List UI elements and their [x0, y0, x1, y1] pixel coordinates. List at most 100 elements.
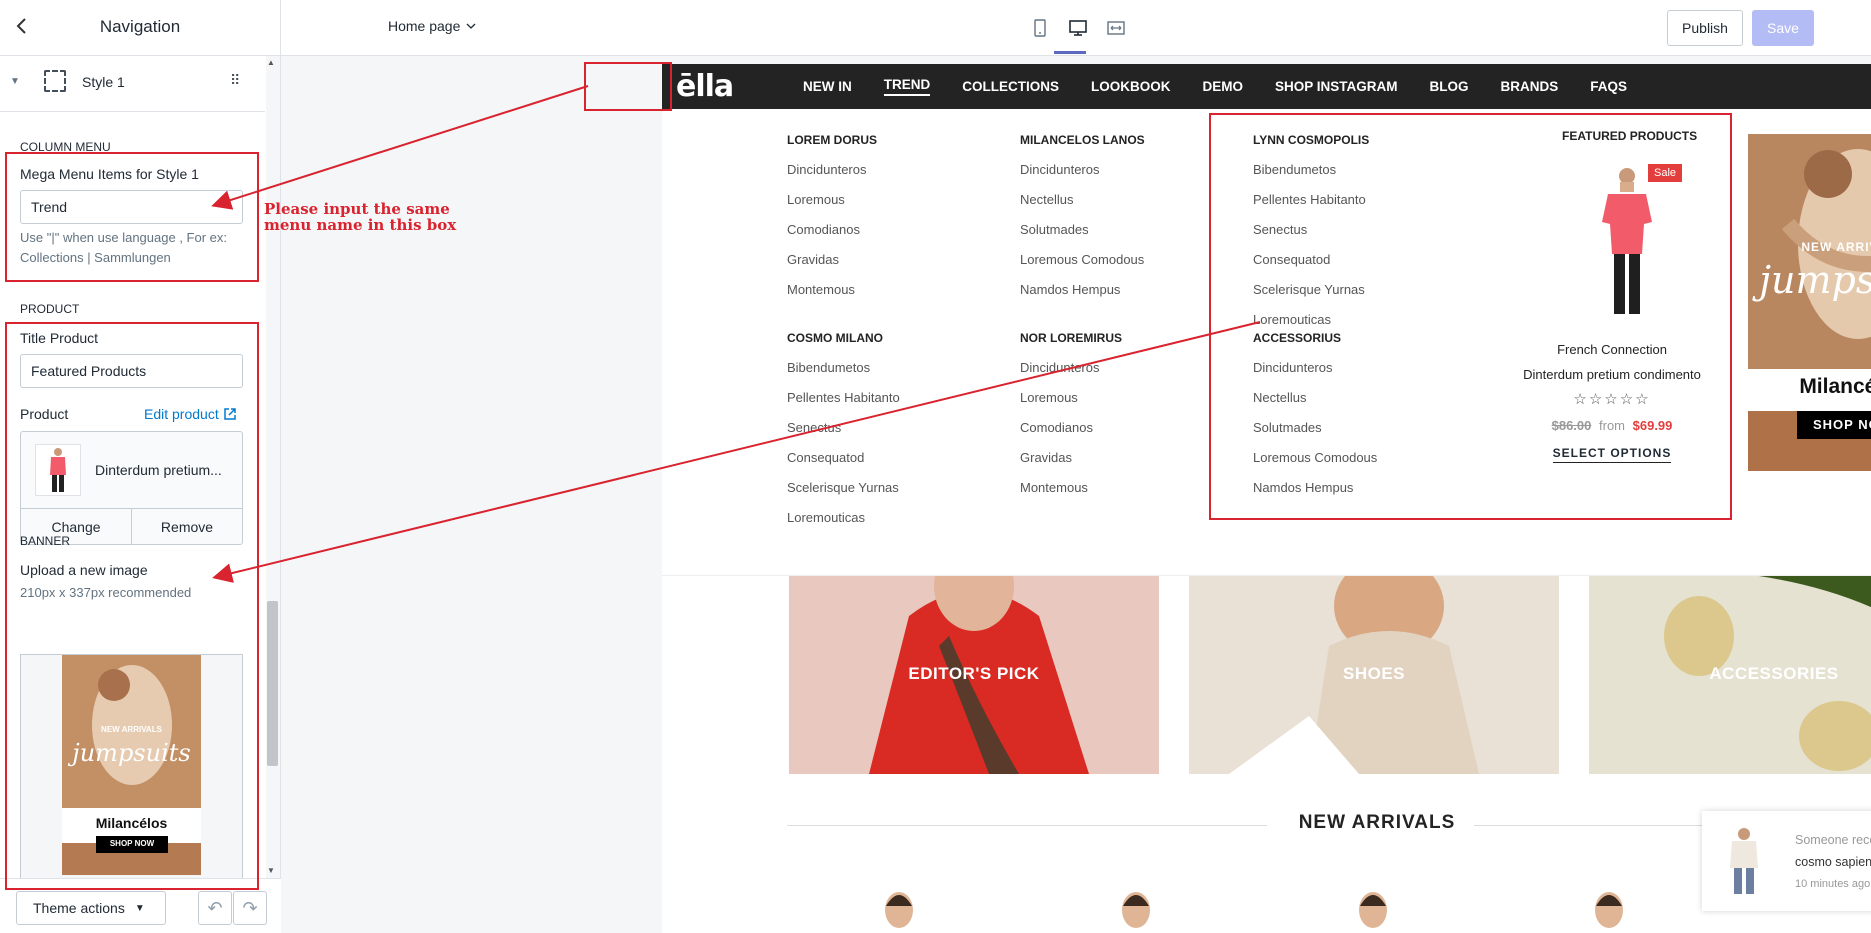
undo-icon[interactable]: ↶ — [198, 891, 232, 925]
mega-column-heading[interactable]: NOR LOREMIRUS — [1020, 327, 1122, 357]
active-device-indicator — [1054, 51, 1086, 54]
mega-menu-link[interactable]: Comodianos — [787, 219, 877, 249]
menu-item-trend[interactable]: TREND — [868, 64, 947, 109]
mega-menu-link[interactable]: Loremous Comodous — [1020, 249, 1145, 279]
mega-column-heading[interactable]: COSMO MILANO — [787, 327, 900, 357]
mega-menu-link[interactable]: Bibendumetos — [787, 357, 900, 387]
popup-message: Someone recently bought a Dempus lortis … — [1795, 829, 1871, 873]
mega-menu-link[interactable]: Dincidunteros — [1020, 159, 1145, 189]
recent-purchase-popup[interactable]: Someone recently bought a Dempus lortis … — [1702, 811, 1871, 911]
banner-line2: jumpsuits — [1759, 258, 1871, 302]
mega-menu-link[interactable]: Dincidunteros — [1020, 357, 1122, 387]
menu-item-lookbook[interactable]: LOOKBOOK — [1075, 64, 1187, 109]
mega-menu-link[interactable]: Gravidas — [787, 249, 877, 279]
banner-cta[interactable]: SHOP NOW — [1797, 417, 1871, 432]
annotation-line-1: Please input the same — [264, 200, 450, 218]
mega-menu-link[interactable]: Pellentes Habitanto — [787, 387, 900, 417]
theme-actions-label: Theme actions — [33, 900, 125, 916]
mega-menu-link[interactable]: Senectus — [787, 417, 900, 447]
mega-menu-link[interactable]: Namdos Hempus — [1020, 279, 1145, 309]
caret-down-icon: ▼ — [134, 902, 145, 914]
banner-brand: Milancélos — [1799, 375, 1871, 398]
menu-item-shop-instagram[interactable]: SHOP INSTAGRAM — [1259, 64, 1414, 109]
back-chevron-icon[interactable] — [10, 14, 34, 42]
menu-item-label: COLLECTIONS — [962, 79, 1059, 94]
product-image[interactable] — [874, 886, 924, 933]
mega-menu-link[interactable]: Montemous — [1020, 477, 1122, 507]
mega-column: MILANCELOS LANOS Dincidunteros Nectellus So… — [1020, 129, 1145, 309]
category-card[interactable]: EDITOR'S PICK — [789, 576, 1159, 774]
page-select[interactable]: Home page — [388, 18, 476, 34]
product-heading: PRODUCT — [20, 302, 80, 316]
main-menu: NEW IN TREND COLLECTIONS LOOKBOOK DEMO SHOP I… — [787, 64, 1643, 109]
annotation-box-mega-menu — [5, 152, 259, 282]
mega-menu-link[interactable]: Montemous — [787, 279, 877, 309]
menu-item-brands[interactable]: BRANDS — [1485, 64, 1575, 109]
desktop-view-icon[interactable] — [1066, 16, 1090, 40]
mega-menu-banner[interactable]: NEW ARRIVALS jumpsuits Milancélos SHOP N… — [1748, 134, 1871, 471]
category-card[interactable]: ACCESSORIES — [1589, 576, 1871, 774]
redo-icon[interactable]: ↷ — [233, 891, 267, 925]
theme-actions-button[interactable]: Theme actions ▼ — [16, 891, 166, 925]
mega-menu-link[interactable]: Scelerisque Yurnas — [787, 477, 900, 507]
mega-menu-link[interactable]: Gravidas — [1020, 447, 1122, 477]
category-label: EDITOR'S PICK — [908, 664, 1040, 683]
menu-item-label: SHOP INSTAGRAM — [1275, 79, 1398, 94]
mega-column-heading[interactable]: LOREM DORUS — [787, 129, 877, 159]
mega-menu-link[interactable]: Loremouticas — [787, 507, 900, 537]
annotation-box-featured — [1209, 113, 1732, 520]
mega-menu-link[interactable]: Nectellus — [1020, 189, 1145, 219]
menu-item-label: DEMO — [1202, 79, 1244, 94]
mega-menu-link[interactable]: Loremous — [787, 189, 877, 219]
mega-menu-link[interactable]: Comodianos — [1020, 417, 1122, 447]
menu-item-collections[interactable]: COLLECTIONS — [946, 64, 1075, 109]
menu-item-demo[interactable]: DEMO — [1187, 64, 1260, 109]
divider — [787, 825, 1267, 826]
store-logo[interactable]: ēlla — [676, 69, 734, 104]
block-icon — [44, 70, 66, 92]
category-label: ACCESSORIES — [1709, 664, 1839, 683]
menu-item-label: FAQS — [1590, 79, 1628, 94]
mega-column: NOR LOREMIRUS Dincidunteros Loremous Comodi… — [1020, 327, 1122, 507]
popup-meta: 10 minutes ago, in Blumenau, Brazil — [1795, 878, 1871, 890]
menu-item-blog[interactable]: BLOG — [1414, 64, 1485, 109]
annotation-box-product-banner — [5, 322, 259, 890]
style-block-label: Style 1 — [82, 74, 125, 90]
mega-menu-link[interactable]: Loremous — [1020, 387, 1122, 417]
sidebar-scrollbar-thumb[interactable] — [267, 601, 278, 766]
annotation-text: Please input the same menu name in this … — [264, 201, 456, 233]
device-toggle — [1028, 16, 1128, 40]
category-label: SHOES — [1342, 664, 1406, 683]
product-image[interactable] — [1348, 886, 1398, 933]
product-image[interactable] — [1111, 886, 1161, 933]
full-width-view-icon[interactable] — [1104, 16, 1128, 40]
popup-product-image — [1722, 826, 1766, 898]
mega-column-heading[interactable]: MILANCELOS LANOS — [1020, 129, 1145, 159]
collapse-caret-icon[interactable]: ▼ — [10, 76, 20, 87]
scroll-down-icon[interactable]: ▼ — [267, 866, 275, 875]
publish-button[interactable]: Publish — [1667, 10, 1743, 46]
style-block-row[interactable]: ▼ Style 1 ⠿ — [0, 56, 265, 112]
mobile-view-icon[interactable] — [1028, 16, 1052, 40]
drag-handle-icon[interactable]: ⠿ — [230, 72, 240, 89]
banner-line1: NEW ARRIVALS — [1801, 240, 1871, 254]
product-image[interactable] — [1584, 886, 1634, 933]
menu-item-label: BLOG — [1429, 79, 1469, 94]
save-button[interactable]: Save — [1752, 10, 1814, 46]
menu-item-label: BRANDS — [1500, 79, 1559, 94]
menu-item-label: NEW IN — [803, 79, 852, 94]
menu-item-faqs[interactable]: FAQS — [1574, 64, 1643, 109]
new-arrivals-heading: NEW ARRIVALS — [1298, 812, 1456, 833]
annotation-line-2: menu name in this box — [264, 216, 457, 234]
sidebar-title: Navigation — [99, 17, 181, 36]
sidebar-header: Navigation — [0, 0, 281, 56]
mega-menu-link[interactable]: Solutmades — [1020, 219, 1145, 249]
mega-menu-link[interactable]: Consequatod — [787, 447, 900, 477]
menu-item-new-in[interactable]: NEW IN — [787, 64, 868, 109]
annotation-box-trend — [584, 62, 672, 111]
mega-menu-link[interactable]: Dincidunteros — [787, 159, 877, 189]
top-bar: Navigation Home page Publish Save — [0, 0, 1871, 56]
scroll-up-icon[interactable]: ▲ — [267, 58, 275, 67]
menu-item-label: LOOKBOOK — [1091, 79, 1171, 94]
category-card[interactable]: SHOES — [1189, 576, 1559, 774]
